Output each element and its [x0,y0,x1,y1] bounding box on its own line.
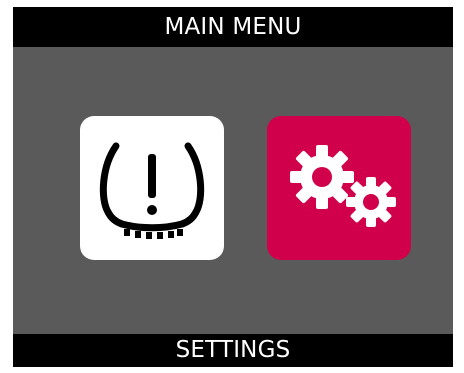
main-menu-display: MAIN MENU SETTINGS [13,7,453,367]
header-bar: MAIN MENU [13,7,453,47]
menu-item-tpms[interactable] [80,116,224,260]
selected-item-label: SETTINGS [175,337,291,363]
menu-item-settings[interactable] [267,116,411,260]
footer-bar: SETTINGS [13,334,453,367]
page-title: MAIN MENU [164,13,302,40]
device-screen: MAIN MENU SETTINGS [0,0,464,373]
gears-icon [267,116,411,260]
menu-area [13,47,453,334]
tire-pressure-warning-icon [80,116,224,260]
